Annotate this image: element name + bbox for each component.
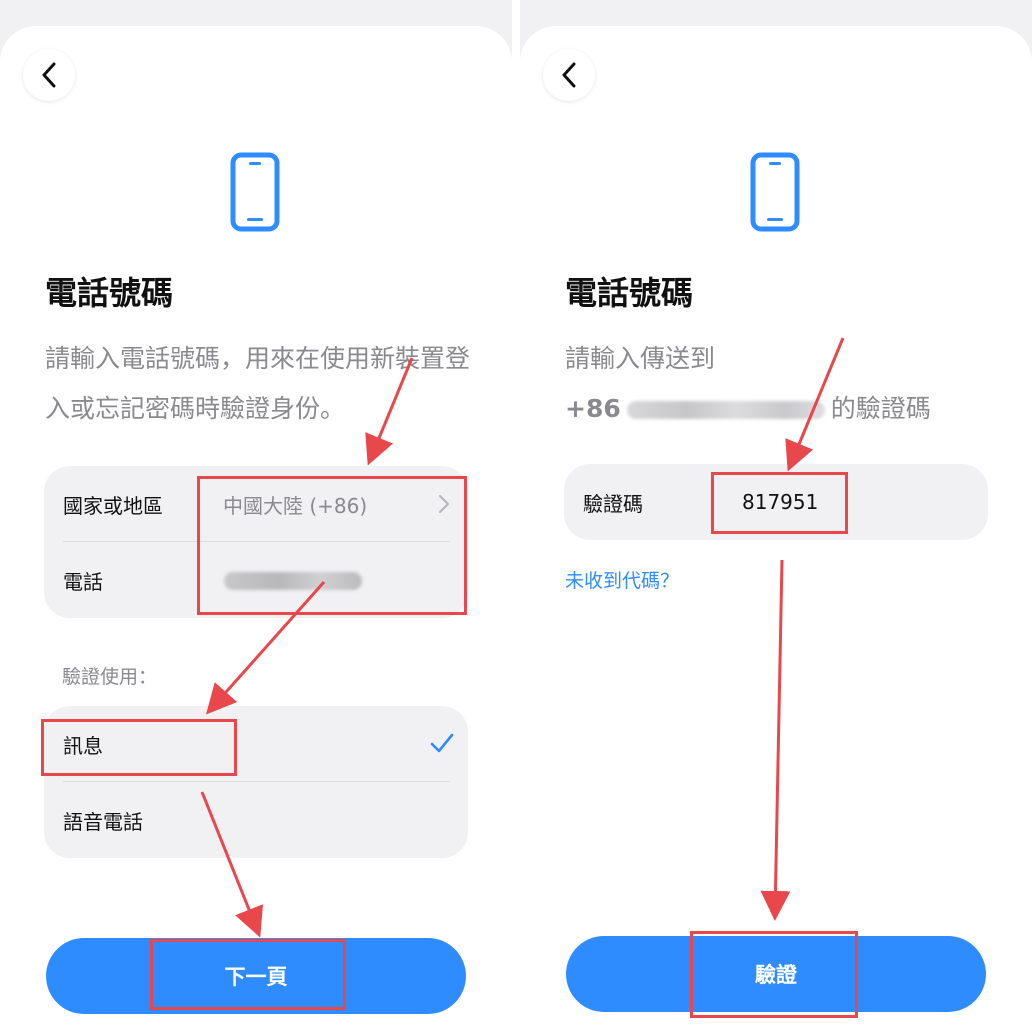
back-button[interactable]	[23, 49, 75, 101]
verify-with-label: 驗證使用：	[62, 666, 158, 688]
country-code: +86	[565, 394, 621, 423]
description: 請輸入傳送到 +86 的驗證碼	[565, 334, 1005, 434]
back-icon	[562, 62, 576, 88]
back-icon	[42, 62, 56, 88]
country-label: 國家或地區	[63, 493, 163, 518]
highlight-box	[711, 472, 848, 534]
highlight-box	[197, 476, 467, 615]
option-label: 語音電話	[63, 809, 143, 834]
highlight-box	[41, 719, 237, 776]
resend-code-link[interactable]: 未收到代碼？	[565, 566, 679, 593]
description-line1: 請輸入傳送到	[565, 344, 716, 373]
phone-label: 電話	[63, 569, 103, 594]
code-label: 驗證碼	[583, 491, 643, 516]
description-suffix: 的驗證碼	[830, 394, 931, 423]
description-line2: +86 的驗證碼	[565, 384, 1005, 434]
page-title: 電話號碼	[565, 274, 694, 312]
back-button[interactable]	[543, 49, 595, 101]
highlight-box	[150, 939, 346, 1010]
highlight-box	[690, 931, 858, 1018]
phone-icon	[230, 152, 280, 232]
checkmark-icon	[430, 733, 454, 753]
phone-icon	[750, 152, 800, 232]
option-voice-call[interactable]: 語音電話	[44, 782, 468, 858]
page-title: 電話號碼	[45, 274, 174, 312]
phone-number-redacted	[626, 401, 825, 419]
description: 請輸入電話號碼，用來在使用新裝置登入或忘記密碼時驗證身份。	[45, 344, 471, 423]
